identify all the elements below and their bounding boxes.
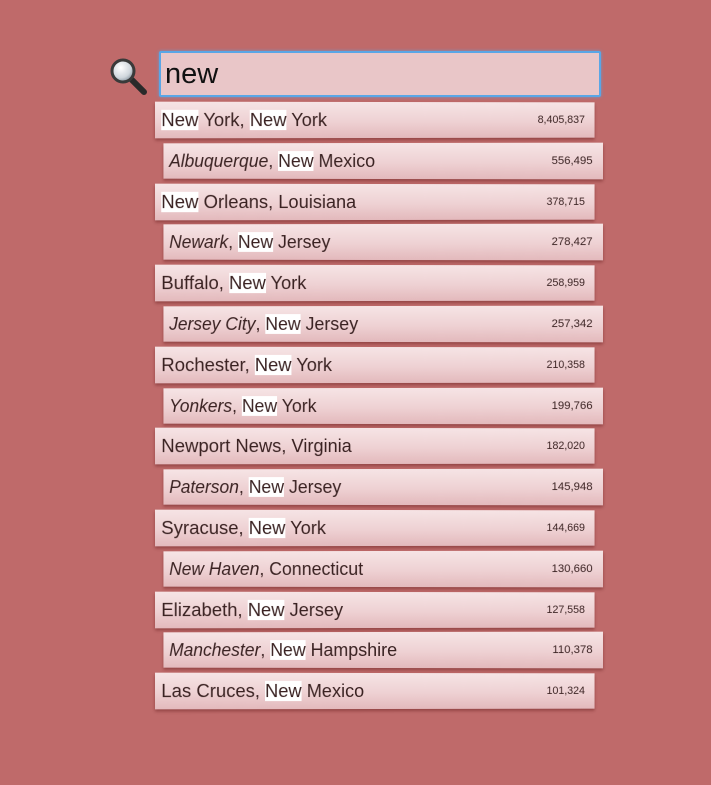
city-name-part: York: [291, 354, 332, 375]
city-name-part: Mexico: [301, 680, 365, 701]
city-name: Paterson, New Jersey: [169, 477, 341, 498]
result-row[interactable]: Las Cruces, New Mexico 101,324: [155, 672, 595, 710]
query-highlight: New: [265, 313, 301, 334]
city-name-part: York: [285, 517, 326, 538]
result-row[interactable]: Yonkers, New York 199,766: [163, 387, 603, 424]
query-highlight: New: [249, 109, 287, 130]
query-highlight: New: [248, 476, 285, 497]
city-name-part: ,: [232, 395, 242, 415]
city-name-part: Newport News, Virginia: [161, 435, 352, 457]
population-value: 182,020: [546, 440, 585, 453]
city-name-part: York: [265, 272, 307, 293]
city-name-part: Rochester,: [161, 354, 255, 375]
query-highlight: New: [161, 109, 199, 130]
city-name-part: Las Cruces,: [161, 680, 266, 701]
population-value: 199,766: [551, 399, 593, 412]
city-name: Manchester, New Hampshire: [169, 640, 397, 661]
query-highlight: New: [265, 680, 302, 701]
city-name-part: Jersey: [300, 313, 359, 334]
result-row[interactable]: New Haven, Connecticut 130,660: [163, 550, 603, 588]
city-name-part: ,: [255, 313, 266, 334]
result-row[interactable]: Albuquerque, New Mexico 556,495: [163, 142, 603, 180]
results-list: New York, New York 8,405,837 Albuquerque, …: [155, 101, 603, 714]
city-name-part: ,: [228, 232, 238, 252]
city-name-part: Yonkers: [169, 395, 233, 415]
city-name-part: ,: [260, 639, 271, 660]
city-name-part: ,: [268, 150, 279, 171]
city-name-part: Hampshire: [305, 639, 398, 660]
search-icon: [108, 56, 148, 96]
result-row[interactable]: Rochester, New York 210,358: [155, 346, 595, 384]
city-name-part: Jersey City: [169, 313, 256, 334]
city-name-part: Mexico: [313, 150, 376, 171]
result-row[interactable]: New York, New York 8,405,837: [155, 101, 595, 139]
result-row[interactable]: Buffalo, New York 258,959: [155, 264, 595, 302]
city-name-part: , Connecticut: [259, 558, 364, 579]
result-row[interactable]: Paterson, New Jersey 145,948: [163, 468, 603, 506]
population-value: 8,405,837: [537, 114, 585, 126]
city-name-part: Buffalo,: [161, 272, 229, 293]
query-highlight: New: [247, 598, 285, 620]
city-name-part: Manchester: [169, 639, 261, 660]
city-name-part: Jersey: [284, 476, 342, 497]
city-name: Elizabeth, New Jersey: [161, 599, 343, 620]
population-value: 210,358: [546, 358, 585, 371]
result-row[interactable]: Manchester, New Hampshire 110,378: [163, 632, 603, 669]
population-value: 556,495: [551, 154, 593, 167]
city-name-part: York: [286, 109, 327, 130]
city-name: Albuquerque, New Mexico: [169, 150, 375, 171]
city-name-part: Elizabeth,: [161, 598, 248, 620]
result-row[interactable]: Syracuse, New York 144,669: [155, 509, 595, 547]
population-value: 257,342: [551, 317, 593, 331]
city-name: New Orleans, Louisiana: [161, 191, 356, 212]
city-name-part: Albuquerque: [169, 150, 269, 171]
result-row[interactable]: Elizabeth, New Jersey 127,558: [155, 591, 595, 628]
city-name: Newport News, Virginia: [161, 436, 351, 457]
city-name: Rochester, New York: [161, 354, 332, 375]
city-name: Syracuse, New York: [161, 517, 326, 538]
city-name-part: Paterson: [169, 476, 239, 497]
city-name: Newark, New Jersey: [169, 232, 330, 253]
population-value: 130,660: [551, 562, 593, 575]
population-value: 378,715: [546, 195, 585, 208]
query-highlight: New: [241, 395, 278, 415]
city-name-part: Jersey: [284, 598, 344, 620]
city-name-part: Newark: [169, 232, 229, 252]
city-name: Jersey City, New Jersey: [169, 314, 358, 335]
city-name-part: Orleans, Louisiana: [198, 190, 357, 212]
result-row[interactable]: Newark, New Jersey 278,427: [163, 224, 603, 261]
city-name-part: New Haven: [169, 558, 260, 579]
query-highlight: New: [228, 272, 266, 293]
population-value: 278,427: [551, 236, 593, 249]
population-value: 127,558: [546, 603, 585, 616]
population-value: 110,378: [552, 644, 593, 657]
query-highlight: New: [161, 190, 199, 212]
city-name: Yonkers, New York: [169, 395, 316, 416]
city-name: New York, New York: [161, 109, 327, 130]
query-highlight: New: [278, 150, 314, 171]
query-highlight: New: [237, 231, 274, 252]
city-name-part: Jersey: [273, 231, 331, 252]
city-name: Buffalo, New York: [161, 272, 306, 293]
result-row[interactable]: Jersey City, New Jersey 257,342: [163, 305, 603, 343]
city-name: New Haven, Connecticut: [169, 558, 363, 579]
result-row[interactable]: New Orleans, Louisiana 378,715: [155, 183, 595, 220]
search-input[interactable]: [159, 51, 601, 97]
city-name-part: Syracuse,: [161, 517, 249, 538]
city-name-part: ,: [238, 476, 249, 497]
city-name: Las Cruces, New Mexico: [161, 680, 364, 701]
city-name-part: York: [277, 395, 317, 416]
query-highlight: New: [270, 639, 306, 660]
population-value: 145,948: [551, 481, 593, 494]
result-row[interactable]: Newport News, Virginia 182,020: [155, 428, 595, 465]
population-value: 101,324: [546, 685, 585, 698]
population-value: 144,669: [546, 522, 585, 534]
query-highlight: New: [254, 354, 292, 375]
population-value: 258,959: [546, 277, 585, 290]
city-name-part: York,: [198, 109, 250, 130]
query-highlight: New: [248, 517, 286, 538]
